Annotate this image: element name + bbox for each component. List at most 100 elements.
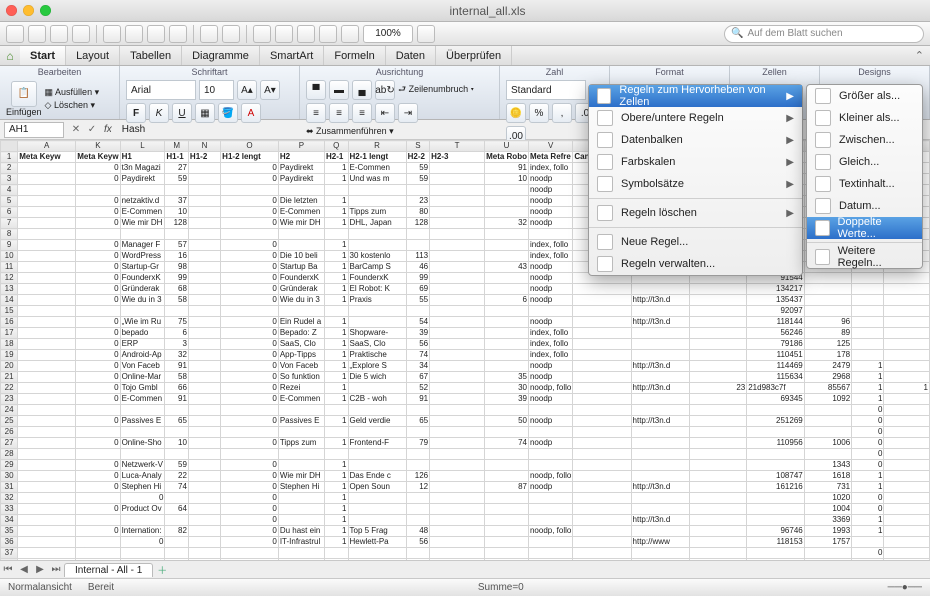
cell[interactable] <box>324 548 348 559</box>
cell[interactable]: 1 <box>852 515 884 526</box>
cell[interactable]: 57 <box>165 240 189 251</box>
cell[interactable]: 0 <box>221 515 279 526</box>
row-header[interactable]: 31 <box>1 482 18 493</box>
cell[interactable]: 10 <box>165 438 189 449</box>
cell[interactable] <box>573 372 631 383</box>
cell[interactable] <box>188 163 220 174</box>
cell[interactable]: 0 <box>221 493 279 504</box>
cell[interactable] <box>689 449 747 460</box>
cell[interactable] <box>573 515 631 526</box>
cell[interactable] <box>430 218 485 229</box>
cell[interactable]: 22 <box>165 471 189 482</box>
cell[interactable]: 30 <box>485 383 529 394</box>
cell[interactable]: DHL, Japan <box>348 218 406 229</box>
cell[interactable]: 1 <box>852 482 884 493</box>
cell[interactable] <box>485 207 529 218</box>
cell[interactable]: noodp <box>528 361 572 372</box>
cell[interactable]: E-Commen <box>120 394 165 405</box>
cell[interactable] <box>406 240 430 251</box>
cell[interactable]: „Wie im Ru <box>120 317 165 328</box>
cell[interactable] <box>188 185 220 196</box>
cell[interactable]: 128 <box>165 218 189 229</box>
cell[interactable]: noodp <box>528 218 572 229</box>
cell[interactable]: http://t3n.d <box>631 361 689 372</box>
cell[interactable] <box>188 229 220 240</box>
row-header[interactable]: 20 <box>1 361 18 372</box>
cell[interactable]: 0 <box>76 317 120 328</box>
cell[interactable] <box>348 317 406 328</box>
cell[interactable]: 56 <box>406 537 430 548</box>
cell[interactable]: 68 <box>165 284 189 295</box>
cell[interactable] <box>884 526 930 537</box>
underline-button[interactable]: U <box>172 103 192 123</box>
cell[interactable]: 35 <box>485 372 529 383</box>
cell[interactable] <box>631 559 689 561</box>
cell[interactable]: 69345 <box>747 394 805 405</box>
cell[interactable] <box>18 328 76 339</box>
cell[interactable]: H2-1 <box>324 152 348 163</box>
cell[interactable]: 113 <box>406 251 430 262</box>
highlight-rule-item[interactable]: Weitere Regeln... <box>807 246 922 268</box>
cell[interactable]: 75 <box>165 317 189 328</box>
cell[interactable] <box>747 427 805 438</box>
cell[interactable] <box>528 405 572 416</box>
row-header[interactable]: 23 <box>1 394 18 405</box>
cell[interactable]: 1 <box>852 361 884 372</box>
cell[interactable] <box>188 306 220 317</box>
print-button[interactable] <box>72 25 90 43</box>
cell[interactable] <box>188 394 220 405</box>
cell[interactable]: index, follo <box>528 328 572 339</box>
cell[interactable] <box>18 548 76 559</box>
cell[interactable]: 1 <box>324 394 348 405</box>
cell[interactable]: http://t3n.d <box>631 317 689 328</box>
cell[interactable] <box>278 306 324 317</box>
highlight-rule-item[interactable]: Datum... <box>807 195 922 217</box>
cell[interactable]: H1-2 lengt <box>221 152 279 163</box>
cell[interactable] <box>485 229 529 240</box>
cell[interactable] <box>689 416 747 427</box>
cell[interactable]: Android-Ap <box>120 350 165 361</box>
cell[interactable]: Bepado: Z <box>278 328 324 339</box>
cell[interactable]: 30 kostenlo <box>348 251 406 262</box>
cell[interactable]: 39 <box>406 328 430 339</box>
accept-formula-icon[interactable]: ✓ <box>84 122 100 138</box>
percent-button[interactable]: % <box>529 103 549 123</box>
comma-button[interactable]: , <box>552 103 572 123</box>
filter-button[interactable] <box>297 25 315 43</box>
cell[interactable]: 0 <box>76 218 120 229</box>
cell[interactable]: 46 <box>406 262 430 273</box>
cell[interactable] <box>278 449 324 460</box>
cell[interactable]: H2-2 <box>406 152 430 163</box>
cell[interactable]: 115634 <box>747 372 805 383</box>
cell[interactable] <box>689 372 747 383</box>
cell[interactable]: Wie mir DH <box>120 218 165 229</box>
cell[interactable] <box>528 460 572 471</box>
cell[interactable] <box>406 229 430 240</box>
cell[interactable] <box>188 196 220 207</box>
cell[interactable]: 1006 <box>804 438 851 449</box>
window-minimize-button[interactable] <box>23 5 34 16</box>
cell[interactable] <box>689 482 747 493</box>
cell[interactable] <box>884 471 930 482</box>
cell[interactable] <box>406 449 430 460</box>
cell[interactable] <box>884 295 930 306</box>
cell[interactable]: 1 <box>324 262 348 273</box>
cell[interactable] <box>221 548 279 559</box>
cell[interactable]: noodp <box>528 416 572 427</box>
cell[interactable] <box>348 185 406 196</box>
cell[interactable]: Frontend-F <box>348 438 406 449</box>
cell[interactable] <box>188 273 220 284</box>
row-header[interactable]: 36 <box>1 537 18 548</box>
cell[interactable] <box>18 394 76 405</box>
cell[interactable]: Arduino-Tig <box>348 559 406 561</box>
cell[interactable] <box>165 306 189 317</box>
cell[interactable] <box>188 493 220 504</box>
cell[interactable]: Meta Refre <box>528 152 572 163</box>
cell[interactable] <box>406 185 430 196</box>
sheet-tab[interactable]: Internal - All - 1 <box>64 563 153 577</box>
cell[interactable]: 2968 <box>804 372 851 383</box>
cell[interactable]: 1 <box>852 526 884 537</box>
cell[interactable]: 0 <box>221 174 279 185</box>
row-header[interactable]: 12 <box>1 273 18 284</box>
column-header[interactable]: Q <box>324 141 348 152</box>
